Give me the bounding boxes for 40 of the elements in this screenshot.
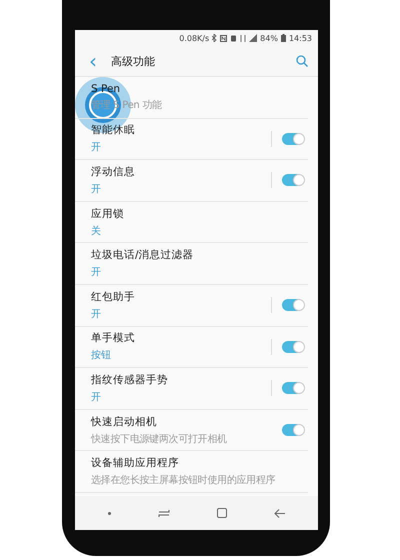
toggle-switch[interactable]: [282, 424, 304, 436]
setting-title: 红包助手: [91, 290, 135, 304]
search-icon[interactable]: [296, 55, 308, 67]
setting-title: 智能休眠: [91, 123, 135, 138]
setting-title: 应用锁: [91, 206, 124, 221]
setting-title: 设备辅助应用程序: [91, 456, 179, 470]
setting-title: 指纹传感器手势: [91, 372, 168, 387]
toggle-switch[interactable]: [282, 382, 304, 394]
toggle-switch[interactable]: [282, 174, 304, 186]
battery-level: 84%: [260, 34, 278, 42]
dot-icon[interactable]: [108, 512, 112, 514]
toggle-switch[interactable]: [282, 132, 304, 145]
setting-title: 单手模式: [91, 331, 135, 346]
toggle-switch[interactable]: [282, 340, 304, 353]
setting-value: 开: [91, 266, 101, 280]
vibrate-icon: [230, 34, 238, 42]
home-icon[interactable]: [216, 508, 227, 518]
signal-icon: [249, 34, 258, 42]
setting-value: 开: [91, 308, 101, 321]
setting-value: 按钮: [91, 348, 111, 362]
setting-value: 开: [91, 141, 101, 154]
back-icon[interactable]: [274, 508, 285, 518]
setting-value: 开: [91, 182, 101, 196]
page-title: 高级功能: [111, 54, 156, 68]
nfc-icon: [220, 34, 228, 42]
setting-title: 垃圾电话/消息过滤器: [91, 248, 194, 262]
setting-value: 关: [91, 224, 101, 238]
setting-description: 选择在您长按主屏幕按钮时使用的应用程序: [91, 474, 276, 488]
setting-title: 浮动信息: [91, 164, 135, 179]
setting-description: 快速按下电源键两次可打开相机: [91, 432, 227, 446]
network-speed: 0.08K/s: [179, 34, 210, 42]
back-button[interactable]: ‹: [87, 51, 99, 71]
recent-apps-icon[interactable]: [158, 508, 170, 518]
data-icon: [240, 34, 246, 42]
battery-icon: [280, 34, 286, 42]
bluetooth-icon: [212, 34, 218, 42]
clock: 14:53: [288, 34, 312, 42]
setting-title: 快速启动相机: [91, 414, 157, 429]
setting-value: 开: [91, 390, 101, 404]
toggle-switch[interactable]: [282, 299, 304, 312]
